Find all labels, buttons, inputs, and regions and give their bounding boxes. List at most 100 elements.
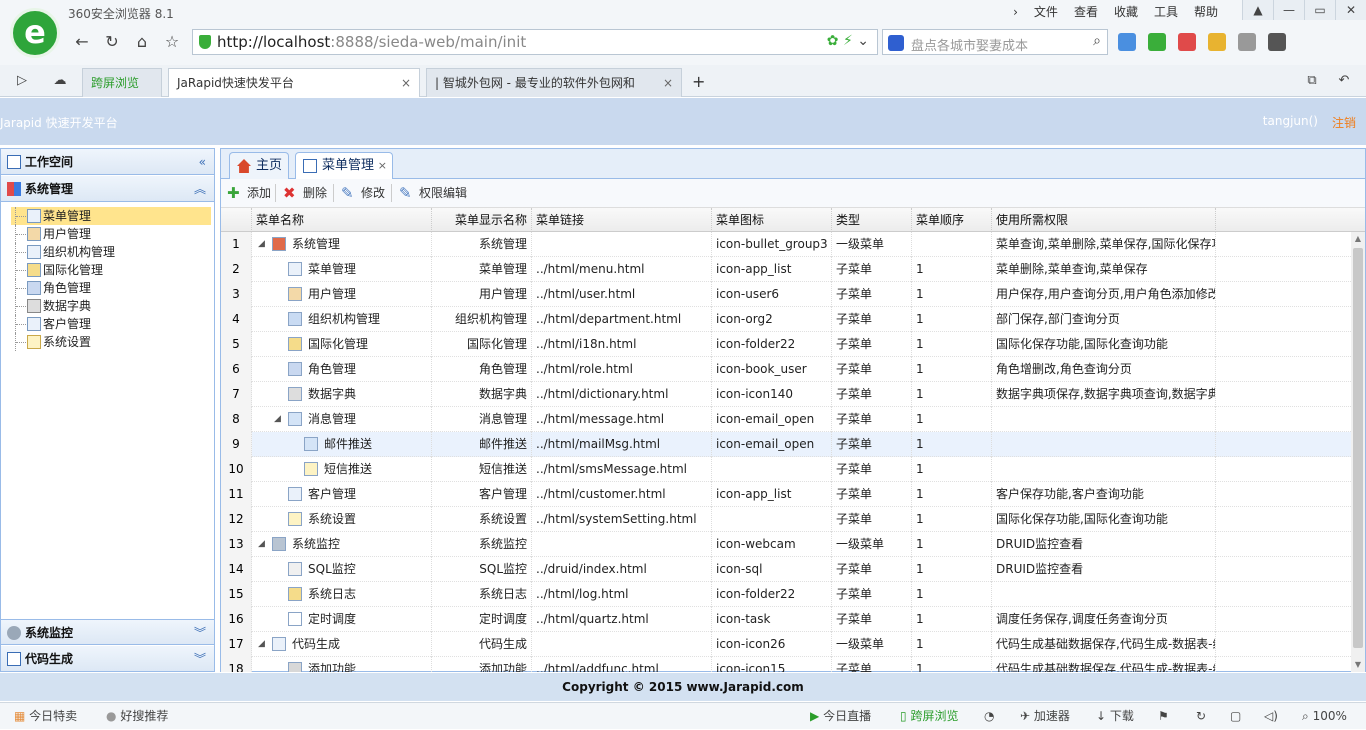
close-tab-icon[interactable]: × <box>401 69 411 97</box>
back-icon[interactable]: ← <box>68 29 96 55</box>
table-row[interactable]: 9 邮件推送 邮件推送 ../html/mailMsg.html icon-email_… <box>221 432 1351 457</box>
logout-link[interactable]: 注销 <box>1332 114 1356 131</box>
sidebar-item-dict[interactable]: 数据字典 <box>11 297 211 315</box>
table-row[interactable]: 14 SQL监控 SQL监控 ../druid/index.html icon-sql 子… <box>221 557 1351 582</box>
status-recommend[interactable]: ● 好搜推荐 <box>106 703 168 730</box>
menu-chevron-icon[interactable]: › <box>1005 4 1026 20</box>
address-bar[interactable]: http://localhost:8888/sieda-web/main/ini… <box>192 29 878 55</box>
more-icon[interactable] <box>1268 33 1286 51</box>
sidebar-item-i18n[interactable]: 国际化管理 <box>11 261 211 279</box>
expand-down-icon[interactable]: ︾ <box>194 620 206 646</box>
status-cross-screen[interactable]: ▯ 跨屏浏览 <box>900 703 958 730</box>
accordion-monitor[interactable]: 系统监控 ︾ <box>1 619 214 645</box>
cloud-icon[interactable]: ☁ <box>46 68 74 94</box>
status-deals[interactable]: ▦ 今日特卖 <box>14 703 77 730</box>
undo-close-icon[interactable]: ↶ <box>1330 68 1358 94</box>
close-tab-icon[interactable]: × <box>663 69 673 97</box>
menu-favorites[interactable]: 收藏 <box>1106 4 1146 20</box>
col-type[interactable]: 类型 <box>832 208 912 232</box>
add-button[interactable]: ✚ 添加 <box>227 183 271 203</box>
menu-file[interactable]: 文件 <box>1026 4 1066 20</box>
tree-expander-icon[interactable]: ◢ <box>258 532 265 557</box>
screenshot-icon[interactable] <box>1238 33 1256 51</box>
sidebar-toggle-icon[interactable]: ▷ <box>8 68 36 94</box>
window-icon[interactable]: ▢ <box>1230 703 1241 730</box>
delete-button[interactable]: ✖ 删除 <box>283 183 327 203</box>
permission-edit-button[interactable]: ✎ 权限编辑 <box>399 183 467 203</box>
restore-tabs-icon[interactable]: ⧉ <box>1298 68 1326 94</box>
tree-expander-icon[interactable]: ◢ <box>274 407 281 432</box>
tree-expander-icon[interactable]: ◢ <box>258 632 265 657</box>
sidebar-item-customer[interactable]: 客户管理 <box>11 315 211 333</box>
mail-icon[interactable] <box>1208 33 1226 51</box>
sidebar-item-menu[interactable]: 菜单管理 <box>11 207 211 225</box>
table-row[interactable]: 16 定时调度 定时调度 ../html/quartz.html icon-task 子菜… <box>221 607 1351 632</box>
col-display-name[interactable]: 菜单显示名称 <box>432 208 532 232</box>
menu-tools[interactable]: 工具 <box>1146 4 1186 20</box>
accordion-system[interactable]: 系统管理 ︽ <box>1 176 214 202</box>
col-icon[interactable]: 菜单图标 <box>712 208 832 232</box>
table-row[interactable]: 6 角色管理 角色管理 ../html/role.html icon-book_user… <box>221 357 1351 382</box>
refresh-icon[interactable]: ↻ <box>98 29 126 55</box>
table-row[interactable]: 13 ◢ 系统监控 系统监控 icon-webcam 一级菜单 1 DRUID监控查看 <box>221 532 1351 557</box>
sidebar-item-org[interactable]: 组织机构管理 <box>11 243 211 261</box>
close-window-button[interactable]: ✕ <box>1335 0 1366 20</box>
sidebar-item-settings[interactable]: 系统设置 <box>11 333 211 351</box>
zoom-level[interactable]: ⌕ 100% <box>1302 703 1347 730</box>
expand-down-icon[interactable]: ︾ <box>194 646 206 672</box>
search-input[interactable]: 盘点各城市娶妻成本 ⌕ <box>882 29 1108 55</box>
scroll-down-icon[interactable]: ▼ <box>1351 658 1365 672</box>
table-row[interactable]: 4 组织机构管理 组织机构管理 ../html/department.html icon… <box>221 307 1351 332</box>
minimize-button[interactable]: — <box>1273 0 1304 20</box>
status-live[interactable]: ▶ 今日直播 <box>810 703 871 730</box>
adblock-icon[interactable] <box>1178 33 1196 51</box>
volume-icon[interactable]: ◁) <box>1264 703 1278 730</box>
star-icon[interactable]: ☆ <box>158 29 186 55</box>
menu-help[interactable]: 帮助 <box>1186 4 1226 20</box>
table-row[interactable]: 12 系统设置 系统设置 ../html/systemSetting.html 子菜单 1… <box>221 507 1351 532</box>
url-actions[interactable]: ✿ ⚡ ⌄ <box>827 33 869 49</box>
new-tab-button[interactable]: + <box>684 68 708 97</box>
col-link[interactable]: 菜单链接 <box>532 208 712 232</box>
skin-icon[interactable]: ▲ <box>1242 0 1273 20</box>
col-order[interactable]: 菜单顺序 <box>912 208 992 232</box>
collapse-left-icon[interactable]: « <box>199 149 206 175</box>
search-icon[interactable]: ⌕ <box>1093 33 1101 49</box>
table-row[interactable]: 11 客户管理 客户管理 ../html/customer.html icon-app_… <box>221 482 1351 507</box>
table-row[interactable]: 5 国际化管理 国际化管理 ../html/i18n.html icon-folder2… <box>221 332 1351 357</box>
maximize-button[interactable]: ▭ <box>1304 0 1335 20</box>
accordion-workspace[interactable]: 工作空间 « <box>1 149 214 175</box>
tab-menu-management[interactable]: 菜单管理 × <box>295 152 393 180</box>
close-tab-icon[interactable]: × <box>378 153 387 179</box>
scroll-thumb[interactable] <box>1353 248 1363 648</box>
collapse-up-icon[interactable]: ︽ <box>194 176 206 202</box>
flag-icon[interactable]: ⚑ <box>1158 703 1169 730</box>
accordion-codegen[interactable]: 代码生成 ︾ <box>1 646 214 672</box>
tab-home[interactable]: 主页 <box>229 152 289 179</box>
apps-icon[interactable] <box>1118 33 1136 51</box>
url-text[interactable]: http://localhost:8888/sieda-web/main/ini… <box>217 33 526 51</box>
table-row[interactable]: 1 ◢ 系统管理 系统管理 icon-bullet_group3 一级菜单 菜单查询,菜单删… <box>221 232 1351 257</box>
status-download[interactable]: ↓ 下载 <box>1096 703 1134 730</box>
table-row[interactable]: 17 ◢ 代码生成 代码生成 icon-icon26 一级菜单 1 代码生成基础数据保存,代码… <box>221 632 1351 657</box>
vertical-scrollbar[interactable]: ▲ ▼ <box>1351 232 1365 672</box>
home-icon[interactable]: ⌂ <box>128 29 156 55</box>
status-accelerator[interactable]: ✈ 加速器 <box>1020 703 1070 730</box>
table-row[interactable]: 15 系统日志 系统日志 ../html/log.html icon-folder22 子… <box>221 582 1351 607</box>
search-engine-icon[interactable] <box>888 35 904 51</box>
col-permissions[interactable]: 使用所需权限 <box>992 208 1216 232</box>
status-history-icon[interactable]: ◔ <box>984 703 994 730</box>
table-row[interactable]: 8 ◢ 消息管理 消息管理 ../html/message.html icon-email… <box>221 407 1351 432</box>
refresh-icon[interactable]: ↻ <box>1196 703 1206 730</box>
table-row[interactable]: 10 短信推送 短信推送 ../html/smsMessage.html 子菜单 1 <box>221 457 1351 482</box>
table-row[interactable]: 2 菜单管理 菜单管理 ../html/menu.html icon-app_list 子… <box>221 257 1351 282</box>
tree-expander-icon[interactable]: ◢ <box>258 232 265 257</box>
scroll-up-icon[interactable]: ▲ <box>1351 232 1365 246</box>
menu-view[interactable]: 查看 <box>1066 4 1106 20</box>
edit-button[interactable]: ✎ 修改 <box>341 183 385 203</box>
table-row[interactable]: 18 添加功能 添加功能 ../html/addfunc.html icon-icon1… <box>221 657 1351 672</box>
sidebar-item-users[interactable]: 用户管理 <box>11 225 211 243</box>
table-row[interactable]: 3 用户管理 用户管理 ../html/user.html icon-user6 子菜单 1… <box>221 282 1351 307</box>
tab-jarapid[interactable]: JaRapid快速快发平台 × <box>168 68 420 97</box>
tab-outsource[interactable]: | 智城外包网 - 最专业的软件外包网和 × <box>426 68 682 97</box>
